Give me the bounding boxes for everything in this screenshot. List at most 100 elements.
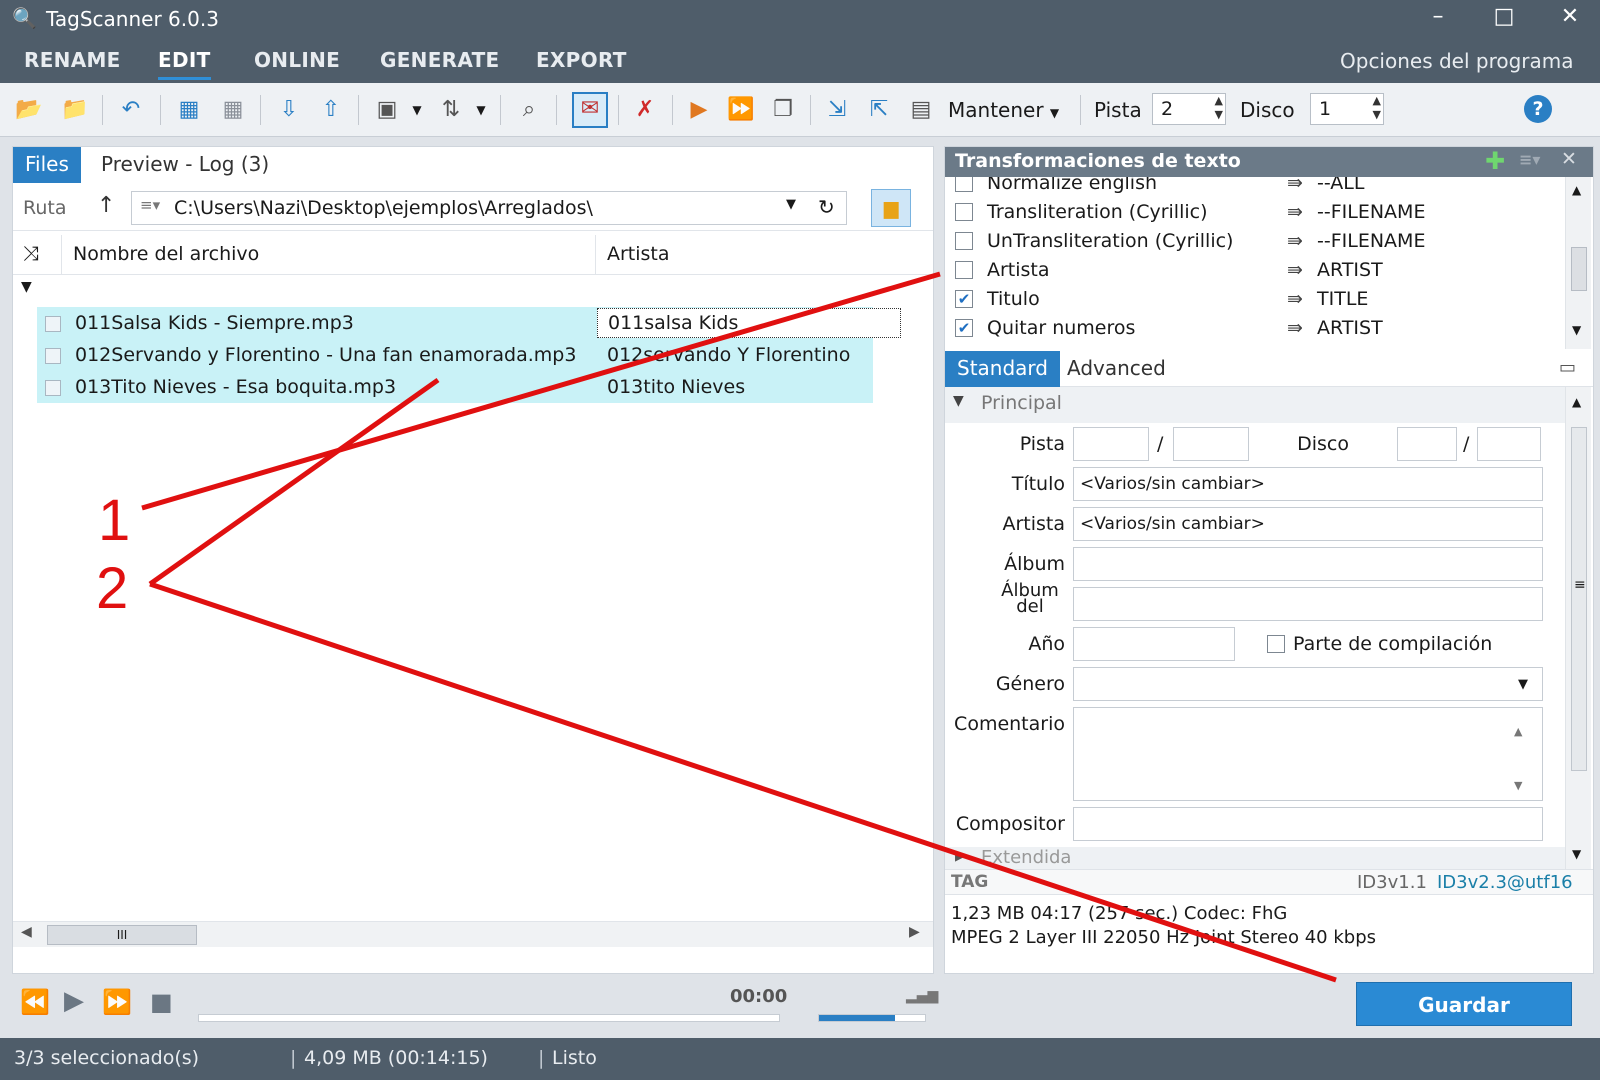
history-icon[interactable]: ≡▾ bbox=[140, 196, 160, 214]
expand-icon[interactable]: ▶ bbox=[955, 849, 965, 864]
compilation-checkbox[interactable] bbox=[1267, 635, 1285, 653]
menu-online[interactable]: ONLINE bbox=[254, 48, 340, 72]
transformation-row[interactable]: Transliteration (Cyrillic) ⇛ --FILENAME bbox=[945, 198, 1555, 227]
maximize-button[interactable]: □ bbox=[1484, 4, 1524, 29]
tab-preview-log[interactable]: Preview - Log (3) bbox=[89, 147, 281, 183]
export-cover-icon[interactable]: ⇱ bbox=[864, 95, 894, 125]
column-filename[interactable]: Nombre del archivo bbox=[73, 243, 259, 265]
open-folder-icon[interactable]: 📂 bbox=[14, 95, 44, 125]
play-list-icon[interactable]: ⏩ bbox=[726, 95, 756, 125]
minimize-button[interactable]: – bbox=[1418, 4, 1458, 29]
tag-id3v1[interactable]: ID3v1.1 bbox=[1357, 872, 1427, 893]
table-row[interactable]: 011Salsa Kids - Siempre.mp3 011salsa Kid… bbox=[37, 307, 901, 339]
transformation-row[interactable]: Artista ⇛ ARTIST bbox=[945, 256, 1555, 285]
transformation-checkbox[interactable] bbox=[955, 177, 973, 192]
editor-scrollbar[interactable]: ▲ ≡ ▼ bbox=[1565, 387, 1591, 869]
group-expand-icon[interactable]: ▼ bbox=[21, 279, 32, 295]
genre-select[interactable]: ▼ bbox=[1073, 667, 1543, 701]
deselect-icon[interactable]: ▦ bbox=[218, 95, 248, 125]
transformation-checkbox[interactable] bbox=[955, 261, 973, 279]
add-icon[interactable]: ✚ bbox=[1485, 147, 1505, 175]
scroll-up-icon[interactable]: ▲ bbox=[1572, 183, 1581, 197]
section-extended[interactable]: ▶ Extendida bbox=[945, 847, 1565, 869]
menu-export[interactable]: EXPORT bbox=[536, 48, 627, 72]
add-folder-icon[interactable]: 📁 bbox=[60, 95, 90, 125]
chevron-down-icon[interactable]: ▼ bbox=[786, 197, 796, 212]
maximize-panel-icon[interactable]: ▭ bbox=[1559, 357, 1576, 378]
composer-field[interactable] bbox=[1073, 807, 1543, 841]
transformation-row[interactable]: UnTransliteration (Cyrillic) ⇛ --FILENAME bbox=[945, 227, 1555, 256]
track-field[interactable] bbox=[1073, 427, 1149, 461]
collapse-icon[interactable]: ▼ bbox=[953, 393, 964, 409]
help-icon[interactable]: ? bbox=[1524, 95, 1552, 123]
transformation-checkbox[interactable]: ✔ bbox=[955, 319, 973, 337]
play-icon[interactable]: ▶ bbox=[64, 986, 84, 1016]
tag-id3v2[interactable]: ID3v2.3@utf16 bbox=[1437, 872, 1573, 893]
rewind-icon[interactable]: ⏪ bbox=[20, 988, 50, 1016]
scroll-down-icon[interactable]: ▼ bbox=[1572, 847, 1581, 861]
album-artist-field[interactable] bbox=[1073, 587, 1543, 621]
stop-icon[interactable]: ■ bbox=[150, 988, 173, 1016]
scroll-thumb[interactable] bbox=[1571, 247, 1587, 291]
transformation-checkbox[interactable] bbox=[955, 232, 973, 250]
move-up-icon[interactable]: ⇧ bbox=[316, 95, 346, 125]
select-all-icon[interactable]: ▦ bbox=[174, 95, 204, 125]
album-field[interactable] bbox=[1073, 547, 1543, 581]
copy-icon[interactable]: ❐ bbox=[768, 95, 798, 125]
artist-field[interactable]: <Varios/sin cambiar> bbox=[1073, 507, 1543, 541]
menu-generate[interactable]: GENERATE bbox=[380, 48, 500, 72]
transformation-row[interactable]: ✔ Quitar numeros ⇛ ARTIST bbox=[945, 314, 1555, 343]
column-artist[interactable]: Artista bbox=[607, 243, 670, 265]
scroll-thumb[interactable] bbox=[1571, 427, 1587, 771]
horizontal-scrollbar[interactable]: ◀ III ▶ bbox=[13, 921, 933, 947]
save-button[interactable]: Guardar bbox=[1356, 982, 1572, 1026]
scroll-left-icon[interactable]: ◀ bbox=[21, 924, 32, 940]
move-down-icon[interactable]: ⇩ bbox=[274, 95, 304, 125]
sort-icon[interactable]: ⇅ bbox=[436, 95, 466, 125]
list-menu-icon[interactable]: ≡▾ bbox=[1519, 150, 1540, 169]
scroll-down-icon[interactable]: ▼ bbox=[1514, 770, 1522, 802]
play-file-icon[interactable]: ▶ bbox=[684, 95, 714, 125]
shuffle-icon[interactable]: ⤨ bbox=[23, 241, 39, 265]
keep-dropdown[interactable]: Mantener ▼ bbox=[948, 95, 1059, 125]
disc-field[interactable] bbox=[1397, 427, 1457, 461]
comment-field[interactable]: ▲ ▼ bbox=[1073, 707, 1543, 801]
refresh-icon[interactable]: ↻ bbox=[818, 195, 835, 219]
table-row[interactable]: 013Tito Nieves - Esa boquita.mp3 013tito… bbox=[37, 371, 873, 403]
tab-standard[interactable]: Standard bbox=[945, 351, 1060, 387]
program-options-link[interactable]: Opciones del programa bbox=[1340, 49, 1574, 73]
seek-bar[interactable] bbox=[198, 1014, 780, 1022]
menu-rename[interactable]: RENAME bbox=[24, 48, 121, 72]
scroll-down-icon[interactable]: ▼ bbox=[1572, 323, 1581, 337]
transformation-row[interactable]: ✔ Titulo ⇛ TITLE bbox=[945, 285, 1555, 314]
fast-forward-icon[interactable]: ⏩ bbox=[102, 988, 132, 1016]
scroll-thumb[interactable]: III bbox=[47, 925, 197, 945]
transformations-scrollbar[interactable]: ▲ ▼ bbox=[1565, 177, 1591, 349]
browse-folder-icon[interactable]: ▆ bbox=[871, 189, 911, 227]
scroll-right-icon[interactable]: ▶ bbox=[909, 924, 920, 940]
tab-advanced[interactable]: Advanced bbox=[1055, 351, 1178, 387]
import-cover-icon[interactable]: ⇲ bbox=[822, 95, 852, 125]
transformation-checkbox[interactable]: ✔ bbox=[955, 290, 973, 308]
close-button[interactable]: ✕ bbox=[1550, 4, 1590, 29]
transformation-checkbox[interactable] bbox=[955, 203, 973, 221]
transformation-row[interactable]: Normalize english ⇛ --ALL bbox=[945, 177, 1555, 198]
disc-stepper[interactable]: 1 ▲ ▼ bbox=[1310, 93, 1384, 125]
disc-total-field[interactable] bbox=[1477, 427, 1541, 461]
frame-select-icon[interactable]: ▣ bbox=[372, 95, 402, 125]
volume-bar[interactable] bbox=[818, 1014, 926, 1022]
menu-edit[interactable]: EDIT bbox=[158, 48, 211, 80]
table-row[interactable]: 012Servando y Florentino - Una fan enamo… bbox=[37, 339, 873, 371]
chevron-down-icon[interactable]: ▼ bbox=[402, 95, 432, 125]
section-principal[interactable]: ▼ Principal bbox=[945, 387, 1565, 423]
year-field[interactable] bbox=[1073, 627, 1235, 661]
cover-icon[interactable]: ▤ bbox=[906, 95, 936, 125]
chevron-down-icon[interactable]: ▼ bbox=[466, 95, 496, 125]
scroll-up-icon[interactable]: ▲ bbox=[1514, 716, 1522, 748]
find-icon[interactable]: ⌕ bbox=[514, 95, 544, 125]
path-input[interactable]: ≡▾ C:\Users\Nazi\Desktop\ejemplos\Arregl… bbox=[131, 191, 847, 225]
tab-files[interactable]: Files bbox=[13, 147, 81, 183]
undo-icon[interactable]: ↶ bbox=[116, 95, 146, 125]
up-folder-icon[interactable]: ↑ bbox=[97, 193, 115, 218]
title-field[interactable]: <Varios/sin cambiar> bbox=[1073, 467, 1543, 501]
